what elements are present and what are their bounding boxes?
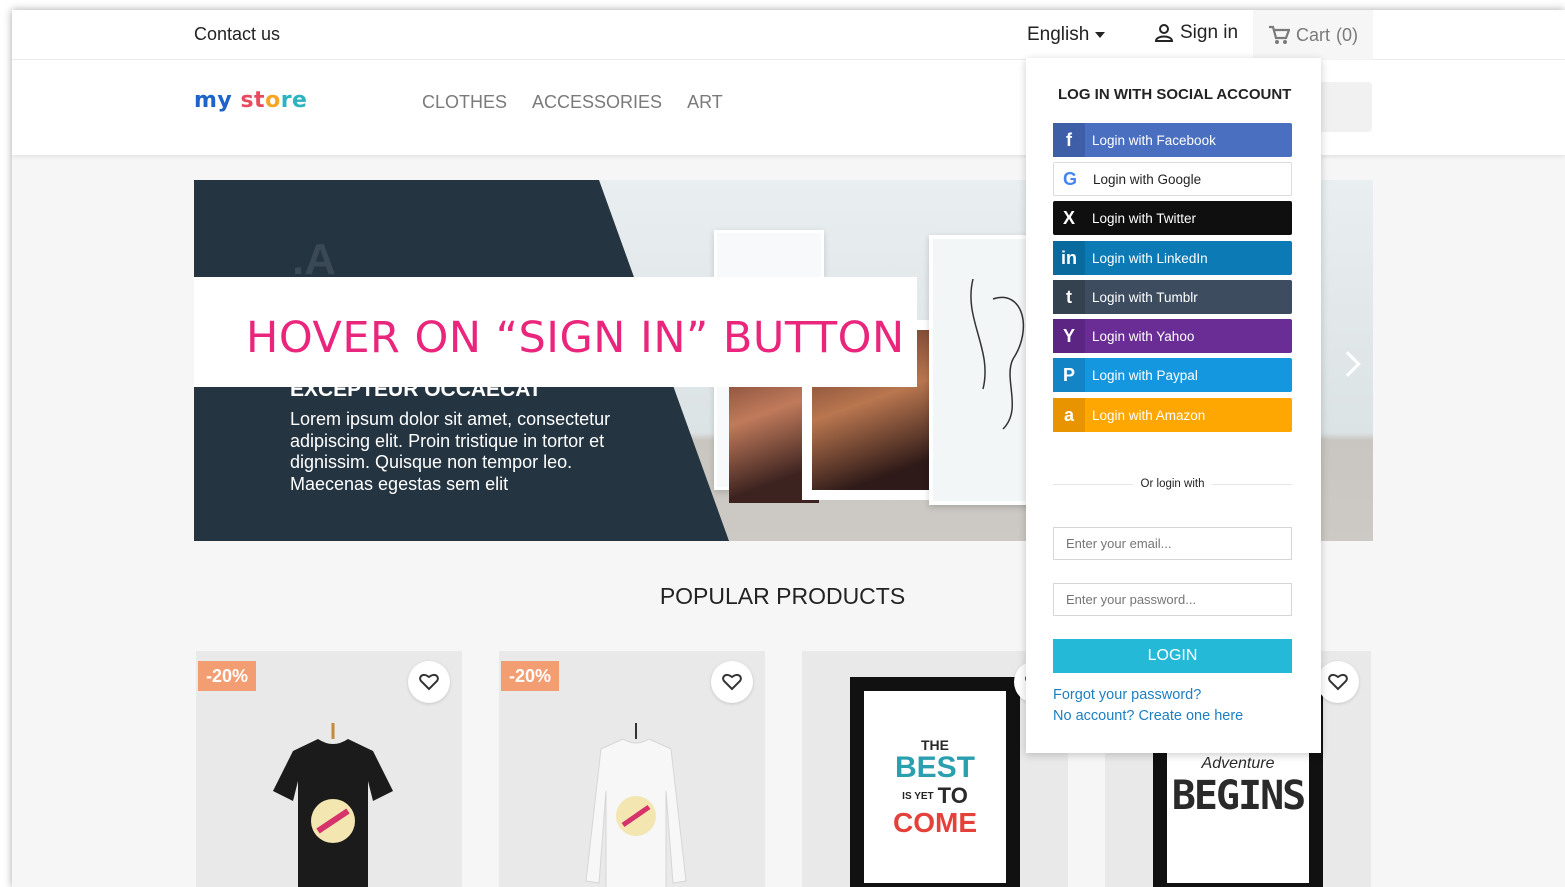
annotation-text: HOVER ON “SIGN IN” BUTTON [246,313,905,363]
login-amazon-button[interactable]: a Login with Amazon [1053,398,1292,432]
paypal-icon: P [1053,358,1085,392]
google-icon: G [1062,168,1077,189]
login-twitter-button[interactable]: X Login with Twitter [1053,201,1292,235]
login-paypal-label: Login with Paypal [1092,367,1198,383]
cart-count: (0) [1336,24,1358,45]
user-icon [1154,24,1174,42]
poster-text: BEST [894,751,975,784]
logo-text-st: st [240,88,266,113]
forgot-password-link[interactable]: Forgot your password? [1053,687,1201,703]
search-box[interactable] [1312,82,1372,132]
annotation-card: HOVER ON “SIGN IN” BUTTON [194,277,917,387]
cart-label: Cart [1295,24,1330,45]
email-field[interactable] [1053,527,1292,560]
language-label: English [1027,24,1090,45]
poster-text: IS YET [902,790,934,802]
browser-viewport: Contact us English Sign in Cart (0) my s… [12,10,1565,887]
caret-down-icon [1095,32,1106,38]
site-header: my store CLOTHES ACCESSORIES ART [12,60,1565,155]
nav-item-accessories[interactable]: ACCESSORIES [532,92,662,113]
login-yahoo-button[interactable]: Y Login with Yahoo [1053,319,1292,353]
tshirt-image [273,723,393,887]
amazon-icon: a [1053,398,1085,432]
login-button[interactable]: LOGIN [1053,639,1292,673]
login-linkedin-button[interactable]: in Login with LinkedIn [1053,241,1292,275]
poster-text: BEGINS [1171,773,1306,819]
login-yahoo-label: Login with Yahoo [1092,328,1195,344]
login-google-button[interactable]: G Login with Google [1053,162,1292,196]
discount-badge: -20% [198,661,257,691]
cart-icon [1268,25,1290,44]
login-google-label: Login with Google [1093,171,1202,187]
banner-text: Lorem ipsum dolor sit amet, consectetur … [290,409,611,494]
login-tumblr-button[interactable]: t Login with Tumblr [1053,280,1292,314]
heart-icon[interactable] [408,661,450,703]
facebook-icon: f [1053,123,1085,157]
create-account-link[interactable]: No account? Create one here [1053,708,1243,724]
nav-item-art[interactable]: ART [687,92,723,113]
or-login-label: Or login with [1140,478,1205,490]
login-facebook-label: Login with Facebook [1092,132,1216,148]
heart-icon[interactable] [1317,661,1359,703]
x-twitter-icon: X [1062,207,1075,228]
contact-us-link[interactable]: Contact us [194,24,280,45]
logo-text-re: re [280,88,308,113]
store-logo[interactable]: my store [194,88,307,113]
yahoo-icon: Y [1053,319,1085,353]
popular-products-title: POPULAR PRODUCTS [659,583,906,609]
sign-in-dropdown: LOG IN WITH SOCIAL ACCOUNT f Login with … [1026,58,1321,753]
logo-text-my: my [194,88,233,113]
product-card[interactable]: -20% [196,651,462,887]
login-tumblr-label: Login with Tumblr [1092,289,1198,305]
login-paypal-button[interactable]: P Login with Paypal [1053,358,1292,392]
linkedin-icon: in [1053,241,1085,275]
nav-item-clothes[interactable]: CLOTHES [422,92,507,113]
social-login-title: LOG IN WITH SOCIAL ACCOUNT [1058,86,1292,103]
poster-text: Adventure [1201,755,1275,772]
discount-badge: -20% [501,661,560,691]
heart-icon[interactable] [711,661,753,703]
login-facebook-button[interactable]: f Login with Facebook [1053,123,1292,157]
top-bar: Contact us English Sign in Cart (0) [12,10,1565,60]
poster-text: TO [937,783,968,808]
logo-text-o: o [265,88,281,113]
language-selector[interactable]: English [1027,24,1106,46]
main-nav: CLOTHES ACCESSORIES ART [422,92,723,113]
login-twitter-label: Login with Twitter [1092,210,1197,226]
poster-image: THE BEST IS YET TO COME [850,677,1020,887]
poster-text: COME [893,807,977,838]
sign-in-button[interactable]: Sign in [1154,22,1238,44]
longsleeve-image [585,723,687,887]
login-amazon-label: Login with Amazon [1092,407,1206,423]
login-linkedin-label: Login with LinkedIn [1092,250,1208,266]
tumblr-icon: t [1053,280,1085,314]
cart-button[interactable]: Cart (0) [1253,10,1373,60]
password-field[interactable] [1053,583,1292,616]
sign-in-label: Sign in [1180,22,1239,43]
or-login-divider: Or login with [1053,478,1293,490]
product-card[interactable]: -20% [499,651,765,887]
